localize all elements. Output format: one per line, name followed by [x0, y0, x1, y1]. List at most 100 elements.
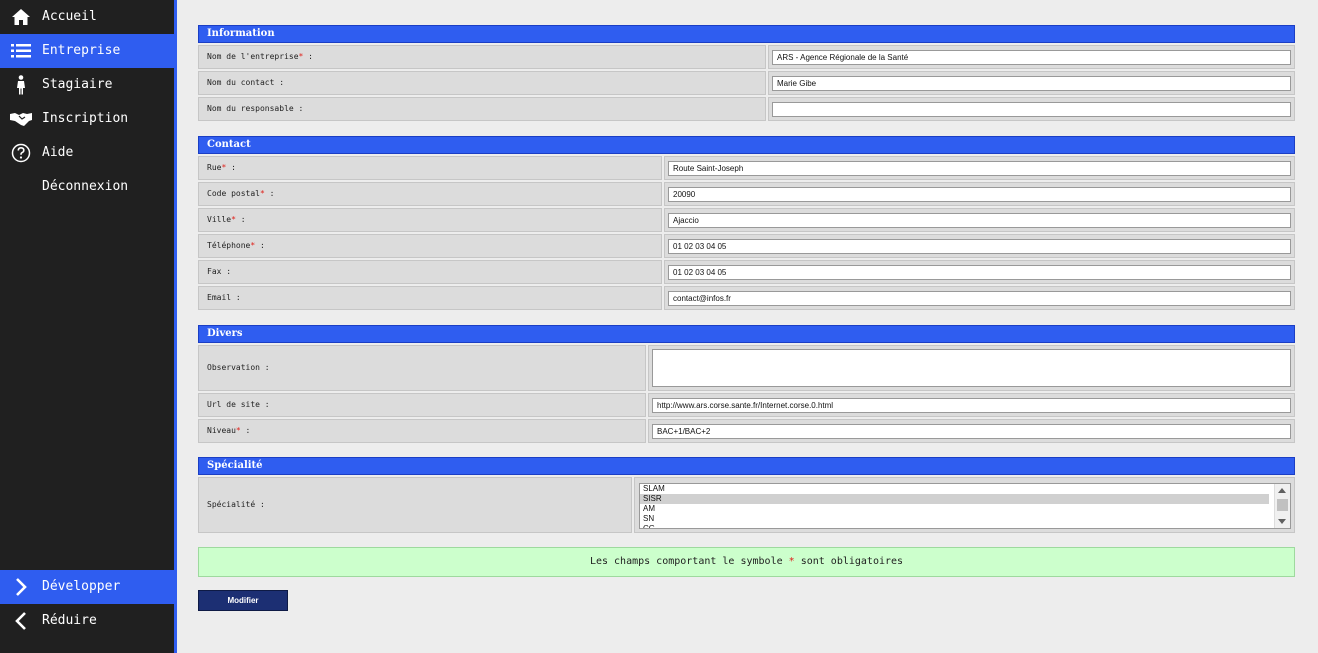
field-cell: Marie Gibe [768, 71, 1295, 95]
sidebar-item-label: Déconnexion [42, 179, 129, 194]
rue-input[interactable]: Route Saint-Joseph [668, 161, 1291, 176]
label-text: Observation [207, 363, 260, 372]
sidebar-item-accueil[interactable]: Accueil [0, 0, 174, 34]
handshake-icon [10, 108, 32, 130]
field-label-rue: Rue* : [198, 156, 662, 180]
field-cell: 01 02 03 04 05 [664, 260, 1295, 284]
label-text: Url de site [207, 400, 260, 409]
chevron-right-icon [10, 576, 32, 598]
field-cell: BAC+1/BAC+2 [648, 419, 1295, 443]
label-text: Ville [207, 215, 232, 224]
label-text: Nom du contact [207, 78, 275, 87]
specialite-option[interactable]: SLAM [640, 484, 1269, 494]
field-label-url-site: Url de site : [198, 393, 646, 417]
sidebar-item-label: Accueil [42, 9, 97, 24]
specialite-option[interactable]: AM [640, 504, 1269, 514]
field-label-code-postal: Code postal* : [198, 182, 662, 206]
observation-textarea[interactable] [652, 349, 1291, 387]
fax-input[interactable]: 01 02 03 04 05 [668, 265, 1291, 280]
scroll-down-icon[interactable] [1278, 519, 1286, 524]
scrollbar-thumb[interactable] [1277, 499, 1288, 511]
email-input[interactable]: contact@infos.fr [668, 291, 1291, 306]
label-text: Téléphone [207, 241, 251, 250]
ville-input[interactable]: Ajaccio [668, 213, 1291, 228]
field-label-nom-responsable: Nom du responsable : [198, 97, 766, 121]
specialite-option-selected[interactable]: SISR [640, 494, 1269, 504]
field-cell [768, 97, 1295, 121]
field-cell: Route Saint-Joseph [664, 156, 1295, 180]
field-cell: 20090 [664, 182, 1295, 206]
notice-text-end: sont obligatoires [794, 556, 904, 567]
modifier-button[interactable]: Modifier [198, 590, 288, 611]
sidebar-item-label: Aide [42, 145, 74, 160]
help-icon [10, 142, 32, 164]
field-cell [648, 345, 1295, 391]
sidebar-item-stagiaire[interactable]: Stagiaire [0, 68, 174, 102]
required-fields-notice: Les champs comportant le symbole * sont … [198, 547, 1295, 577]
niveau-input[interactable]: BAC+1/BAC+2 [652, 424, 1291, 439]
required-marker: * [221, 163, 227, 172]
home-icon [10, 6, 32, 28]
nom-responsable-input[interactable] [772, 102, 1291, 117]
label-text: Nom du responsable [207, 104, 294, 113]
section-title-specialite: Spécialité [198, 457, 1295, 475]
field-label-observation: Observation : [198, 345, 646, 391]
required-marker: * [235, 426, 241, 435]
label-text: Niveau [207, 426, 236, 435]
field-label-fax: Fax : [198, 260, 662, 284]
url-site-input[interactable]: http://www.ars.corse.sante.fr/Internet.c… [652, 398, 1291, 413]
field-cell: 01 02 03 04 05 [664, 234, 1295, 258]
sidebar-item-label: Développer [42, 579, 121, 594]
sidebar-reduire-button[interactable]: Réduire [0, 604, 174, 638]
label-text: Rue [207, 163, 222, 172]
required-marker: * [298, 52, 304, 61]
label-text: Email [207, 293, 232, 302]
field-cell: SLAM SISR AM SN CG [634, 477, 1295, 533]
nom-contact-input[interactable]: Marie Gibe [772, 76, 1291, 91]
sidebar-item-entreprise[interactable]: Entreprise [0, 34, 174, 68]
scroll-up-icon[interactable] [1278, 488, 1286, 493]
label-text: Nom de l'entreprise [207, 52, 299, 61]
required-marker: * [250, 241, 256, 250]
sidebar: Accueil Entreprise Stagiaire Inscription… [0, 0, 177, 653]
field-cell: ARS - Agence Régionale de la Santé [768, 45, 1295, 69]
notice-text: Les champs comportant le symbole [589, 556, 789, 567]
label-text: Spécialité [207, 500, 256, 509]
telephone-input[interactable]: 01 02 03 04 05 [668, 239, 1291, 254]
field-label-email: Email : [198, 286, 662, 310]
field-cell: http://www.ars.corse.sante.fr/Internet.c… [648, 393, 1295, 417]
listbox-scrollbar[interactable] [1274, 484, 1290, 528]
sidebar-item-label: Inscription [42, 111, 129, 126]
sidebar-item-label: Réduire [42, 613, 97, 628]
sidebar-item-label: Entreprise [42, 43, 121, 58]
label-text: Code postal [207, 189, 260, 198]
sidebar-item-aide[interactable]: Aide [0, 136, 174, 170]
sidebar-developper-button[interactable]: Développer [0, 570, 174, 604]
code-postal-input[interactable]: 20090 [668, 187, 1291, 202]
field-label-telephone: Téléphone* : [198, 234, 662, 258]
field-label-specialite: Spécialité : [198, 477, 632, 533]
sidebar-item-inscription[interactable]: Inscription [0, 102, 174, 136]
label-text: Fax [207, 267, 222, 276]
sidebar-item-deconnexion[interactable]: Déconnexion [0, 170, 174, 204]
sidebar-item-label: Stagiaire [42, 77, 113, 92]
section-title-contact: Contact [198, 136, 1295, 154]
field-label-nom-entreprise: Nom de l'entreprise* : [198, 45, 766, 69]
required-marker: * [231, 215, 236, 224]
field-label-ville: Ville* : [198, 208, 662, 232]
main-content: Information Nom de l'entreprise* : ARS -… [177, 0, 1318, 653]
field-cell: contact@infos.fr [664, 286, 1295, 310]
list-icon [10, 40, 32, 62]
specialite-option[interactable]: CG [640, 524, 1269, 528]
nom-entreprise-input[interactable]: ARS - Agence Régionale de la Santé [772, 50, 1291, 65]
person-icon [10, 74, 32, 96]
section-title-divers: Divers [198, 325, 1295, 343]
specialite-listbox[interactable]: SLAM SISR AM SN CG [639, 483, 1291, 529]
field-label-niveau: Niveau* : [198, 419, 646, 443]
field-label-nom-contact: Nom du contact : [198, 71, 766, 95]
chevron-left-icon [10, 610, 32, 632]
specialite-option[interactable]: SN [640, 514, 1269, 524]
field-cell: Ajaccio [664, 208, 1295, 232]
section-title-information: Information [198, 25, 1295, 43]
required-marker: * [259, 189, 265, 198]
